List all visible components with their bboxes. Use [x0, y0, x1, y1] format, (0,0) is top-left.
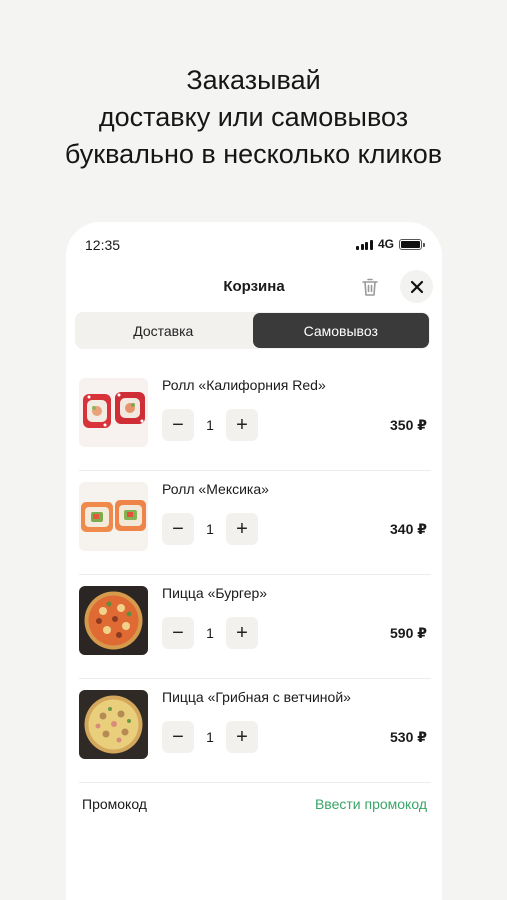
promo-label: Промокод: [82, 796, 147, 812]
tab-delivery[interactable]: Доставка: [75, 312, 252, 349]
item-quantity: 1: [206, 417, 214, 433]
item-name: Пицца «Грибная с ветчиной»: [162, 689, 351, 705]
item-quantity: 1: [206, 625, 214, 641]
increase-button[interactable]: +: [226, 409, 258, 441]
headline-line-2: доставку или самовывоз: [98, 102, 409, 132]
item-price: 590 ₽: [390, 625, 427, 641]
status-time: 12:35: [85, 237, 121, 253]
decrease-button[interactable]: −: [162, 409, 194, 441]
increase-button[interactable]: +: [226, 617, 258, 649]
quantity-stepper: − 1 +: [162, 617, 258, 649]
item-name: Ролл «Калифорния Red»: [162, 377, 326, 393]
item-quantity: 1: [206, 521, 214, 537]
enter-promo-link[interactable]: Ввести промокод: [315, 796, 427, 812]
product-image-pizza-burger: [79, 586, 148, 655]
cart-item: Ролл «Мексика» − 1 + 340 ₽: [66, 471, 442, 575]
close-button[interactable]: [400, 270, 433, 303]
headline-line-1: Заказывай: [186, 65, 321, 95]
product-image-pizza-mushroom: [79, 690, 148, 759]
item-name: Пицца «Бургер»: [162, 585, 268, 601]
tab-pickup[interactable]: Самовывоз: [252, 313, 429, 348]
status-indicators: 4G: [356, 237, 425, 251]
decrease-button[interactable]: −: [162, 721, 194, 753]
item-name: Ролл «Мексика»: [162, 481, 269, 497]
product-image-roll-red: [79, 378, 148, 447]
trash-icon[interactable]: [358, 275, 382, 299]
quantity-stepper: − 1 +: [162, 513, 258, 545]
cart-item: Пицца «Бургер» − 1 + 590 ₽: [66, 575, 442, 679]
product-image-roll-mexico: [79, 482, 148, 551]
item-price: 530 ₽: [390, 729, 427, 745]
quantity-stepper: − 1 +: [162, 721, 258, 753]
phone-screen: 12:35 4G Корзина Доставка Самовывоз Ролл…: [66, 222, 442, 900]
increase-button[interactable]: +: [226, 513, 258, 545]
network-type: 4G: [377, 237, 394, 251]
headline: Заказывай доставку или самовывоз букваль…: [0, 62, 507, 173]
increase-button[interactable]: +: [226, 721, 258, 753]
decrease-button[interactable]: −: [162, 617, 194, 649]
divider: [79, 782, 431, 783]
page-title: Корзина: [223, 278, 285, 295]
cart-item: Пицца «Грибная с ветчиной» − 1 + 530 ₽: [66, 679, 442, 783]
delivery-mode-switch: Доставка Самовывоз: [75, 312, 430, 349]
cart-item: Ролл «Калифорния Red» − 1 + 350 ₽: [66, 367, 442, 471]
item-price: 350 ₽: [390, 417, 427, 433]
signal-icon: [356, 239, 373, 250]
item-price: 340 ₽: [390, 521, 427, 537]
item-quantity: 1: [206, 729, 214, 745]
decrease-button[interactable]: −: [162, 513, 194, 545]
close-icon: [410, 280, 423, 293]
quantity-stepper: − 1 +: [162, 409, 258, 441]
status-bar: 12:35 4G: [66, 222, 442, 266]
battery-icon: [399, 238, 425, 250]
headline-line-3: буквально в несколько кликов: [64, 139, 443, 169]
